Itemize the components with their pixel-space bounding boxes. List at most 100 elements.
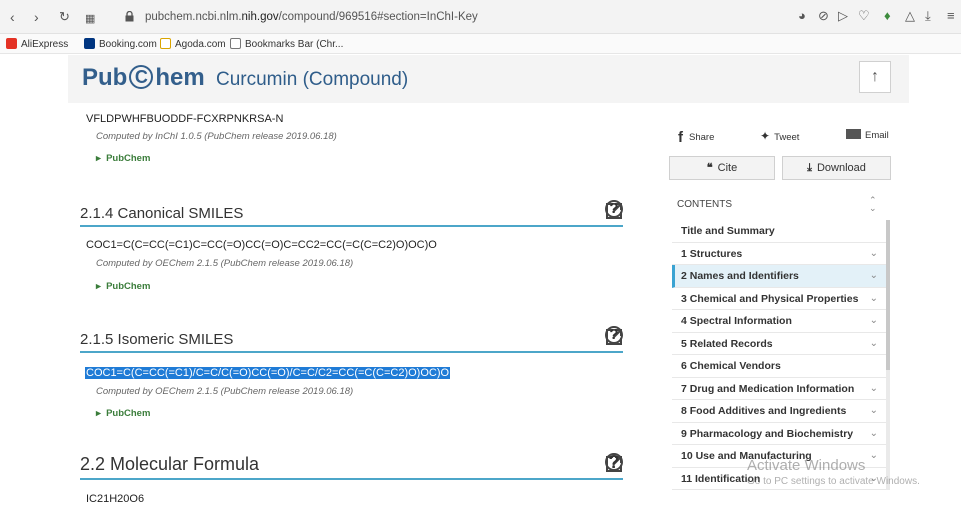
isomeric-smiles-value[interactable]: COC1=C(C=CC(=C1)/C=C/C(=O)CC(=O)/C=C/C2=… xyxy=(85,366,451,380)
quote-icon: ❝ xyxy=(706,162,713,174)
twitter-icon: ✦ xyxy=(760,129,771,143)
source-label: PubChem xyxy=(106,153,151,164)
cite-button[interactable]: ❝ Cite xyxy=(669,156,775,180)
toc-item[interactable]: 8 Food Additives and Ingredients ⌄ xyxy=(672,400,886,423)
url-domain: nih.gov xyxy=(241,11,279,23)
source-label: PubChem xyxy=(106,408,151,419)
share-button[interactable]: f Share xyxy=(678,129,714,146)
toc-item[interactable]: 9 Pharmacology and Biochemistry ⌄ xyxy=(672,423,886,445)
toc-label: 6 Chemical Vendors xyxy=(681,360,781,372)
cite-label: Cite xyxy=(717,162,738,174)
toc-label: 1 Structures xyxy=(681,247,743,260)
apps-icon[interactable]: ▦ xyxy=(85,11,95,27)
bookmark-label: Bookmarks Bar (Chr... xyxy=(245,39,344,50)
browser-toolbar: ‹ › ↻ ▦ pubchem.ncbi.nlm.nih.gov/compoun… xyxy=(0,0,961,34)
heart-icon[interactable]: ♡ xyxy=(858,8,870,24)
section-actions: ? xyxy=(605,453,623,474)
tweet-button[interactable]: ✦ Tweet xyxy=(760,129,799,143)
tweet-label: Tweet xyxy=(774,132,800,143)
help-icon[interactable]: ? xyxy=(605,326,623,344)
toc-item[interactable]: 6 Chemical Vendors xyxy=(672,355,886,378)
table-of-contents: Title and Summary 1 Structures ⌄ 2 Names … xyxy=(672,220,886,490)
chevron-down-icon[interactable]: ⌄ xyxy=(870,243,878,265)
help-icon[interactable]: ? xyxy=(605,453,623,471)
inchikey-computed: Computed by InChI 1.0.5 (PubChem release… xyxy=(96,131,337,142)
lock-icon[interactable] xyxy=(125,11,134,22)
chevron-down-icon[interactable]: ⌄ xyxy=(870,423,878,445)
forward-icon[interactable]: › xyxy=(34,9,39,25)
logo-text: Pub xyxy=(82,64,128,91)
molecular-formula-value: IC21H20O6 xyxy=(86,493,145,505)
bookmark-booking[interactable]: Booking.com xyxy=(84,38,157,51)
toc-label: 4 Spectral Information xyxy=(681,315,792,327)
share-label: Share xyxy=(689,132,715,143)
help-icon[interactable]: ? xyxy=(605,200,623,218)
send-icon[interactable]: ▷ xyxy=(838,8,848,24)
isomeric-computed: Computed by OEChem 2.1.5 (PubChem releas… xyxy=(96,386,354,397)
toc-item[interactable]: 4 Spectral Information ⌄ xyxy=(672,310,886,333)
inchikey-source-link[interactable]: ▸ PubChem xyxy=(96,153,150,164)
isomeric-source-link[interactable]: ▸ PubChem xyxy=(96,408,150,419)
bookmark-bookmarks-bar[interactable]: Bookmarks Bar (Chr... xyxy=(230,38,343,51)
bookmark-label: AliExpress xyxy=(21,39,69,50)
reload-icon[interactable]: ↻ xyxy=(59,9,70,25)
isomeric-smiles-header: 2.1.5 Isomeric SMILES ? xyxy=(80,326,623,353)
canonical-computed: Computed by OEChem 2.1.5 (PubChem releas… xyxy=(96,258,354,269)
logo-text: hem xyxy=(155,64,205,91)
back-icon[interactable]: ‹ xyxy=(10,9,15,25)
toc-item[interactable]: 7 Drug and Medication Information ⌄ xyxy=(672,378,886,400)
canonical-smiles-header: 2.1.4 Canonical SMILES ? xyxy=(80,200,623,227)
chevron-down-icon[interactable]: ⌄ xyxy=(870,378,878,400)
bookmark-aliexpress[interactable]: AliExpress xyxy=(6,38,68,51)
url-prefix: pubchem.ncbi.nlm. xyxy=(145,11,242,23)
email-icon xyxy=(846,129,861,139)
logo-c: C xyxy=(129,65,154,89)
chevron-down-icon[interactable]: ⌄ xyxy=(870,333,878,355)
pubchem-logo[interactable]: Pub Chem xyxy=(82,63,205,93)
section-actions: ? xyxy=(605,200,623,221)
section-actions: ? xyxy=(605,326,623,347)
sort-icon[interactable]: ⌃ ⌄ xyxy=(869,196,877,213)
camera-icon[interactable]: ◕ xyxy=(798,8,806,23)
booking-icon xyxy=(84,38,95,49)
agoda-icon xyxy=(160,38,171,49)
section-title: 2.2 Molecular Formula xyxy=(80,454,260,474)
activation-watermark-subtext: Go to PC settings to activate Windows. xyxy=(747,476,920,487)
molecular-formula-header: 2.2 Molecular Formula ? xyxy=(80,452,623,480)
address-bar[interactable]: pubchem.ncbi.nlm.nih.gov/compound/969516… xyxy=(145,10,478,24)
chevron-down-icon[interactable]: ⌄ xyxy=(870,265,878,287)
chevron-down-icon[interactable]: ⌄ xyxy=(870,400,878,422)
activation-watermark: Activate Windows xyxy=(747,457,866,474)
download-button[interactable]: ⤓ Download xyxy=(782,156,891,180)
toc-label: 8 Food Additives and Ingredients xyxy=(681,405,847,417)
chevron-down-icon[interactable]: ⌄ xyxy=(870,310,878,332)
menu-icon[interactable]: ≡ xyxy=(947,8,955,23)
aliexpress-icon xyxy=(6,38,17,49)
folder-icon xyxy=(230,38,241,49)
url-path: /compound/969516#section=InChI-Key xyxy=(278,11,478,23)
selected-text: COC1=C(C=CC(=C1)/C=C/C(=O)CC(=O)/C=C/C2=… xyxy=(85,367,451,379)
canonical-source-link[interactable]: ▸ PubChem xyxy=(96,281,150,292)
toc-item[interactable]: 1 Structures ⌄ xyxy=(672,243,886,265)
toc-label: 9 Pharmacology and Biochemistry xyxy=(681,427,854,440)
toc-item[interactable]: 5 Related Records ⌄ xyxy=(672,333,886,355)
facebook-icon: f xyxy=(678,129,683,146)
toc-item[interactable]: 3 Chemical and Physical Properties ⌄ xyxy=(672,288,886,310)
canonical-smiles-value: COC1=C(C=CC(=C1)C=CC(=O)CC(=O)C=CC2=CC(=… xyxy=(86,239,437,251)
bookmarks-bar: AliExpress Booking.com Agoda.com Bookmar… xyxy=(0,34,961,54)
download-icon[interactable]: ⤓ xyxy=(925,8,931,24)
download-icon: ⤓ xyxy=(807,162,812,174)
bookmark-label: Booking.com xyxy=(99,39,157,50)
extension-icon[interactable]: ♦ xyxy=(884,8,891,23)
toc-scrollbar-thumb[interactable] xyxy=(886,220,890,370)
chevron-down-icon[interactable]: ⌄ xyxy=(870,445,878,467)
block-icon[interactable]: ⊘ xyxy=(818,8,829,24)
cube-icon[interactable]: △ xyxy=(905,8,915,24)
toc-item[interactable]: Title and Summary xyxy=(672,220,886,243)
bookmark-agoda[interactable]: Agoda.com xyxy=(160,38,226,51)
source-label: PubChem xyxy=(106,281,151,292)
scroll-top-button[interactable]: ↑ xyxy=(859,61,891,93)
chevron-down-icon[interactable]: ⌄ xyxy=(870,288,878,310)
email-button[interactable]: Email xyxy=(846,129,889,141)
toc-item-active[interactable]: 2 Names and Identifiers ⌄ xyxy=(672,265,886,288)
